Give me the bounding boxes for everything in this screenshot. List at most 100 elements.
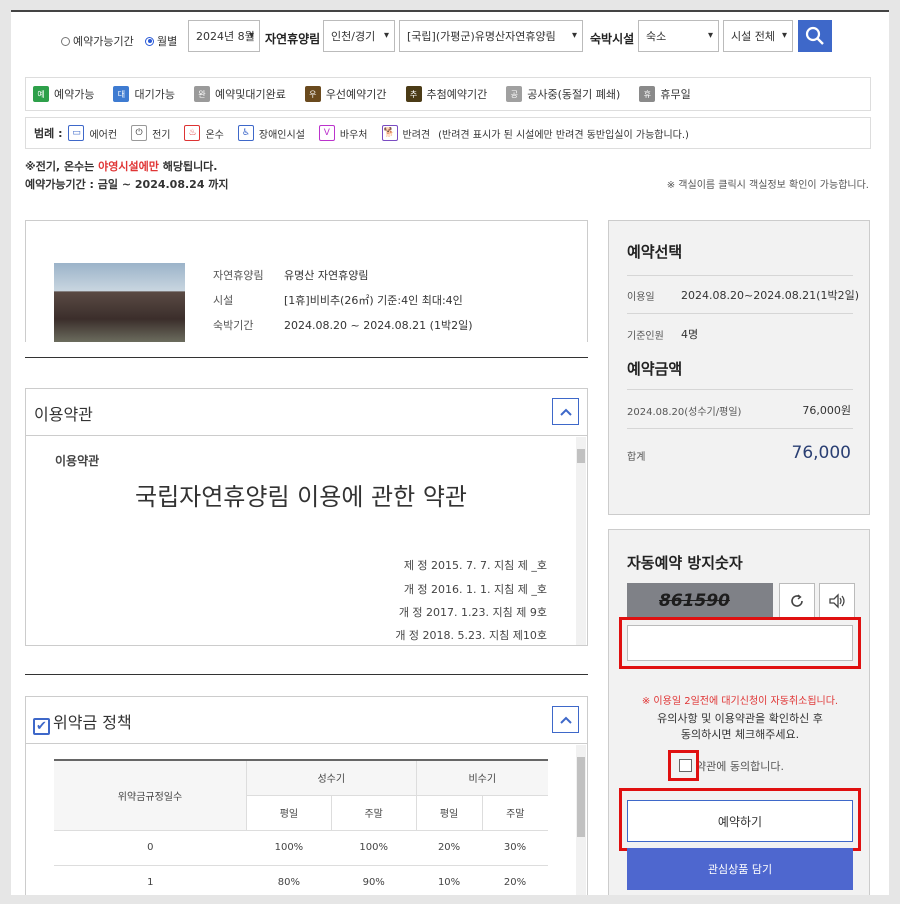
- status-label: 공사중(동절기 폐쇄): [527, 88, 621, 101]
- reservation-page: 예약가능기간 월별 2024년 8월 ▾ 자연휴양림 인천/경기 ▾ [국립](가평…: [11, 10, 889, 895]
- forest-select[interactable]: [국립](가평군)유명산자연휴양림 ▾: [399, 20, 583, 52]
- chevron-down-icon: ▾: [781, 30, 787, 41]
- chevron-down-icon: ▾: [571, 30, 577, 41]
- col-off: 비수기: [416, 759, 548, 796]
- agree-checkbox-label[interactable]: 약관에 동의합니다.: [696, 758, 784, 774]
- scroll-thumb[interactable]: [577, 449, 585, 463]
- info-period-key: 숙박기간: [213, 319, 254, 332]
- table-row: 1 80% 90% 10% 20%: [54, 865, 548, 895]
- status-legend: 예 예약가능 대 대기가능 완 예약및대기완료 우 우선예약기간 추 추첨예약기간 공 공사중(동절기…: [25, 77, 871, 111]
- divider: [25, 674, 588, 675]
- wishlist-button[interactable]: 관심상품 담기: [627, 848, 853, 890]
- penalty-table: 위약금규정일수 성수기 비수기 평일 주말 평일 주말 0 100% 100% …: [54, 759, 548, 895]
- terms-line: 개 정 2016. 1. 1. 지침 제 _호: [403, 583, 547, 596]
- captcha-audio-button[interactable]: [819, 583, 855, 619]
- status-label: 예약및대기완료: [214, 88, 286, 101]
- status-legend-item: 공 공사중(동절기 폐쇄): [506, 86, 620, 102]
- forest-label: 자연휴양림: [265, 32, 321, 46]
- penalty-panel: ✔ 위약금 정책 위약금규정일수 성수기 비수기 평일 주말 평일 주말 0 1…: [25, 696, 588, 895]
- captcha-panel: 자동예약 방지숫자 861590 ※ 이용일 2일전에 대기신청이 자동취소됩니…: [608, 529, 870, 895]
- window-frame: 예약가능기간 월별 2024년 8월 ▾ 자연휴양림 인천/경기 ▾ [국립](가평…: [0, 0, 900, 904]
- facility-all-select[interactable]: 시설 전체 ▾: [723, 20, 793, 52]
- status-badge: 대: [113, 86, 130, 102]
- amount-line-key: 2024.08.20(성수기/평일): [627, 407, 742, 418]
- terms-collapse-button[interactable]: [552, 398, 579, 425]
- terms-line: 제 정 2015. 7. 7. 지침 제 _호: [403, 559, 547, 572]
- status-label: 우선예약기간: [325, 88, 387, 101]
- status-badge: 우: [304, 86, 321, 102]
- people-key: 기준인원: [627, 331, 664, 342]
- status-legend-item: 완 예약및대기완료: [193, 86, 286, 102]
- col-days: 위약금규정일수: [54, 759, 247, 831]
- electric-icon: ⏻: [131, 125, 148, 141]
- radio-icon: [61, 36, 70, 46]
- facility-photo: [54, 263, 185, 342]
- reservation-summary: 예약선택 이용일 2024.08.20~2024.08.21(1박2일) 기준인…: [608, 220, 870, 515]
- legend-title: 범례 :: [34, 127, 63, 140]
- voucher-icon: V: [318, 125, 335, 141]
- status-badge: 공: [506, 86, 523, 102]
- hotwater-icon: ♨: [184, 125, 201, 141]
- refresh-icon: [791, 594, 803, 607]
- agree-instruction-2: 동의하시면 체크해주세요.: [680, 728, 800, 741]
- search-button[interactable]: [798, 20, 832, 52]
- col-peak-weekend: 주말: [331, 795, 417, 831]
- notice-period: 예약가능기간 : 금일 ~ 2024.08.24 까지: [25, 178, 229, 191]
- radio-month[interactable]: 월별: [145, 33, 177, 49]
- status-legend-item: 추 추첨예약기간: [405, 86, 488, 102]
- region-select[interactable]: 인천/경기 ▾: [323, 20, 395, 52]
- status-label: 예약가능: [54, 88, 95, 101]
- divider: [627, 389, 853, 390]
- info-facility-key: 시설: [213, 294, 234, 307]
- search-bar: 예약가능기간 월별 2024년 8월 ▾ 자연휴양림 인천/경기 ▾ [국립](가평…: [11, 20, 889, 60]
- status-legend-item: 휴 휴무일: [639, 86, 691, 102]
- divider: [627, 275, 853, 276]
- radio-period[interactable]: 예약가능기간: [61, 33, 134, 49]
- pet-icon: 🐕: [381, 125, 398, 141]
- date-key: 이용일: [627, 292, 655, 303]
- info-forest-value: 유명산 자연휴양림: [284, 269, 369, 282]
- status-legend-item: 대 대기가능: [113, 86, 175, 102]
- captcha-title: 자동예약 방지숫자: [627, 554, 743, 572]
- legend-hotwater: ♨ 온수: [184, 125, 224, 141]
- status-label: 휴무일: [660, 88, 691, 101]
- terms-scrollbar[interactable]: [576, 437, 586, 645]
- amount-title: 예약금액: [627, 360, 683, 378]
- notice-room-info: ※ 객실이름 클릭시 객실정보 확인이 가능합니다.: [666, 180, 869, 191]
- auto-cancel-warning: ※ 이용일 2일전에 대기신청이 자동취소됩니다.: [641, 696, 839, 707]
- speaker-icon: [829, 593, 845, 609]
- divider: [25, 357, 588, 358]
- scroll-thumb[interactable]: [577, 757, 585, 837]
- terms-line: 개 정 2017. 1.23. 지침 제 9호: [398, 606, 547, 619]
- legend-electric: ⏻ 전기: [131, 125, 170, 141]
- chevron-down-icon: ▾: [707, 30, 713, 41]
- panel-divider: [26, 743, 587, 744]
- radio-selected-icon: [145, 36, 154, 46]
- terms-line: 개 정 2018. 5.23. 지침 제10호: [395, 629, 547, 642]
- highlight-box: [668, 750, 699, 781]
- month-select[interactable]: 2024년 8월 ▾: [188, 20, 260, 52]
- status-badge: 완: [193, 86, 210, 102]
- status-legend-item: 예 예약가능: [33, 86, 94, 102]
- table-row: 0 100% 100% 20% 30%: [54, 830, 548, 866]
- facility-type-select[interactable]: 숙소 ▾: [638, 20, 719, 52]
- col-peak-weekday: 평일: [246, 795, 332, 831]
- date-value: 2024.08.20~2024.08.21(1박2일): [681, 289, 859, 302]
- search-icon: [805, 26, 824, 45]
- status-label: 대기가능: [134, 88, 175, 101]
- highlight-box: [619, 788, 861, 851]
- legend-accessible: ♿ 장애인시설: [237, 125, 305, 141]
- captcha-image: 861590: [627, 583, 773, 619]
- facility-info-card: 자연휴양림 유명산 자연휴양림 시설 [1휴]비비추(26㎡) 기준:4인 최대…: [25, 220, 588, 342]
- panel-divider: [26, 435, 587, 436]
- terms-panel: 이용약관 이용약관 국립자연휴양림 이용에 관한 약관 제 정 2015. 7.…: [25, 388, 588, 646]
- divider: [627, 428, 853, 429]
- chevron-up-icon: [559, 716, 572, 724]
- penalty-scrollbar[interactable]: [576, 745, 586, 895]
- info-forest-key: 자연휴양림: [213, 269, 264, 282]
- total-key: 합계: [627, 452, 646, 463]
- legend-voucher: V 바우처: [318, 125, 368, 141]
- penalty-collapse-button[interactable]: [552, 706, 579, 733]
- status-label: 추첨예약기간: [426, 88, 488, 101]
- captcha-refresh-button[interactable]: [779, 583, 815, 619]
